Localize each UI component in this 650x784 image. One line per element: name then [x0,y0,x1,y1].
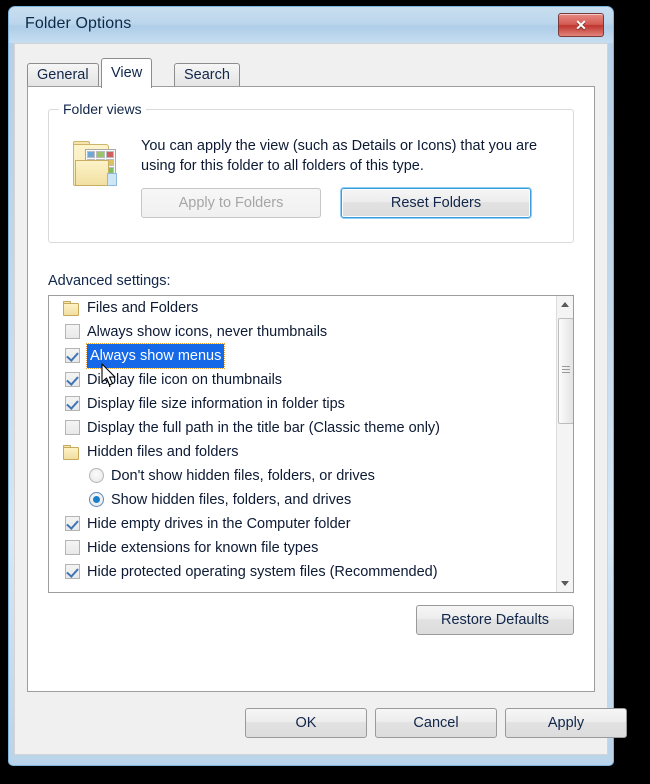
folder-views-groupbox: Folder views You can apply the view (suc… [48,101,574,243]
list-item-label: Files and Folders [87,300,199,316]
list-item[interactable]: Always show menus [49,343,555,369]
advanced-settings-label: Advanced settings: [48,273,171,289]
list-item-label: Hidden files and folders [87,444,239,460]
scroll-up-arrow-icon[interactable] [557,296,573,313]
tab-view[interactable]: View [101,58,153,88]
tab-search[interactable]: Search [174,63,240,87]
checkbox[interactable] [65,372,80,387]
list-item-label: Always show menus [85,343,226,369]
list-item[interactable]: Show hidden files, folders, and drives [49,488,555,512]
list-item[interactable]: Hidden files and folders [49,440,555,464]
window-title: Folder Options [25,15,132,32]
radio-button[interactable] [89,468,104,483]
apply-button[interactable]: Apply [505,708,627,738]
dialog-client-area: General View Search Folder views You can… [14,43,627,755]
list-item[interactable]: Display file icon on thumbnails [49,368,555,392]
dialog-footer: OK Cancel Apply [15,708,627,738]
checkbox[interactable] [65,348,80,363]
list-item-label: Hide empty drives in the Computer folder [87,516,351,532]
tab-search-label: Search [184,67,230,83]
list-item[interactable]: Files and Folders [49,296,555,320]
folder-icon [63,445,79,460]
tab-view-label: View [111,65,143,81]
scroll-down-arrow-icon[interactable] [557,575,573,592]
list-item-label: Hide extensions for known file types [87,540,319,556]
list-item[interactable]: Hide protected operating system files (R… [49,560,555,584]
folder-icon [63,301,79,316]
list-item-label: Display file size information in folder … [87,396,345,412]
close-x-glyph: ✕ [575,17,587,33]
list-item[interactable]: Hide empty drives in the Computer folder [49,512,555,536]
advanced-settings-listbox[interactable]: Files and Folders Always show icons, neve… [48,295,574,593]
list-item[interactable]: Don't show hidden files, folders, or dri… [49,464,555,488]
advanced-settings-list: Files and Folders Always show icons, neve… [49,296,555,592]
radio-button[interactable] [89,492,104,507]
folder-views-description: You can apply the view (such as Details … [141,138,538,174]
cancel-button[interactable]: Cancel [375,708,497,738]
list-item-label: Always show icons, never thumbnails [87,324,328,340]
checkbox[interactable] [65,324,80,339]
apply-to-folders-button[interactable]: Apply to Folders [141,188,321,218]
list-item-label: Don't show hidden files, folders, or dri… [111,468,375,484]
close-icon[interactable]: ✕ [558,13,604,37]
list-item-label: Show hidden files, folders, and drives [111,492,352,508]
tab-general[interactable]: General [27,63,99,87]
checkbox[interactable] [65,540,80,555]
list-item-label: Display file icon on thumbnails [87,372,283,388]
list-item[interactable]: Display the full path in the title bar (… [49,416,555,440]
tab-general-label: General [37,67,89,83]
folder-views-title: Folder views [59,101,146,117]
reset-folders-button[interactable]: Reset Folders [341,188,531,218]
folder-thumbnails-icon [71,140,121,186]
list-item[interactable]: Display file size information in folder … [49,392,555,416]
folder-options-window: Folder Options ✕ General View Search Fol… [8,6,627,766]
checkbox[interactable] [65,396,80,411]
checkbox[interactable] [65,420,80,435]
list-item-label: Hide protected operating system files (R… [87,564,438,580]
checkbox[interactable] [65,516,80,531]
list-item[interactable]: Hide extensions for known file types [49,536,555,560]
restore-defaults-button[interactable]: Restore Defaults [416,605,574,635]
list-item[interactable]: Always show icons, never thumbnails [49,320,555,344]
scrollbar-thumb[interactable] [558,318,573,424]
advanced-settings-scrollbar[interactable] [556,296,573,592]
title-bar: Folder Options ✕ [9,7,613,43]
tab-panel-view: Folder views You can apply the view (suc… [27,86,595,692]
ok-button[interactable]: OK [245,708,367,738]
list-item-label: Display the full path in the title bar (… [87,420,440,436]
checkbox[interactable] [65,564,80,579]
